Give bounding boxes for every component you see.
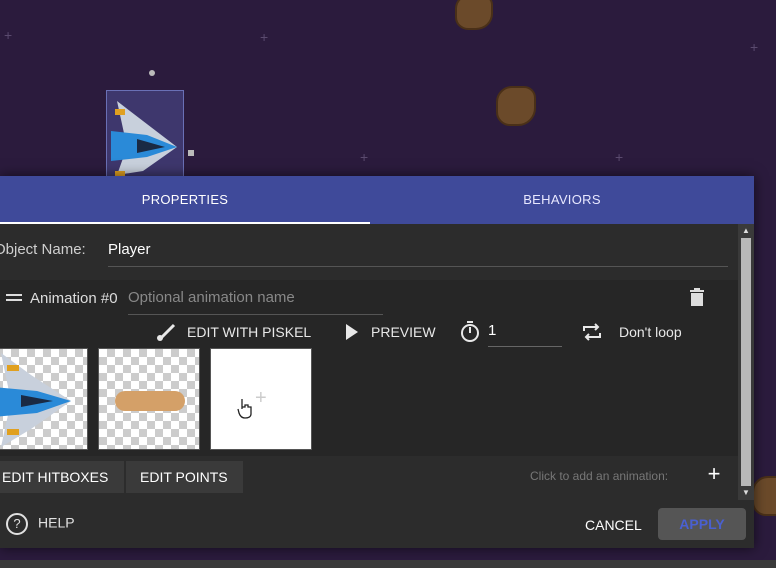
player-ship-sprite <box>0 353 71 447</box>
edit-with-piskel-button[interactable]: EDIT WITH PISKEL <box>156 316 316 348</box>
asteroid[interactable] <box>455 0 493 30</box>
selected-player-instance[interactable] <box>106 90 184 184</box>
object-editor-dialog: PROPERTIES BEHAVIORS Object Name: Player… <box>0 176 754 548</box>
sprite-frames: + <box>0 348 738 456</box>
object-name-label: Object Name: <box>0 241 86 258</box>
asteroid[interactable] <box>752 476 776 516</box>
add-animation-label: Click to add an animation: <box>530 469 669 483</box>
fps-field[interactable]: 1 <box>488 316 562 347</box>
asteroid[interactable] <box>496 86 536 126</box>
bottom-strip <box>0 560 776 568</box>
loop-toggle[interactable]: Don't loop <box>619 316 729 348</box>
repeat-icon[interactable] <box>582 323 602 341</box>
star: + <box>615 149 624 165</box>
star: + <box>260 29 269 45</box>
scrollbar-thumb[interactable] <box>741 238 751 486</box>
trash-icon[interactable] <box>690 288 704 306</box>
scrollbar[interactable]: ▲ ▼ <box>738 224 754 500</box>
preview-label: PREVIEW <box>371 324 436 340</box>
animation-toolbar: EDIT WITH PISKEL PREVIEW 1 Don't loop <box>0 316 738 348</box>
star: + <box>4 27 13 43</box>
resize-handle[interactable] <box>188 150 194 156</box>
add-frame-button[interactable]: + <box>210 348 312 450</box>
star: + <box>360 149 369 165</box>
brush-icon <box>157 323 176 341</box>
add-animation-button[interactable]: + <box>704 463 724 485</box>
edit-points-button[interactable]: EDIT POINTS <box>126 461 243 493</box>
preview-button[interactable]: PREVIEW <box>344 316 440 348</box>
scroll-down-icon[interactable]: ▼ <box>741 488 751 498</box>
dialog-content: Object Name: Player Animation #0 Optiona… <box>0 224 738 500</box>
edit-with-piskel-label: EDIT WITH PISKEL <box>187 324 312 340</box>
player-ship-sprite <box>111 101 177 177</box>
object-name-row: Object Name: Player <box>0 224 738 280</box>
tab-bar: PROPERTIES BEHAVIORS <box>0 176 754 224</box>
drag-handle-icon[interactable] <box>6 294 22 296</box>
apply-button[interactable]: APPLY <box>658 508 746 540</box>
tab-behaviors[interactable]: BEHAVIORS <box>370 176 754 224</box>
sprite-frame[interactable] <box>98 348 200 450</box>
timer-icon <box>461 321 479 342</box>
laser-sprite <box>115 391 185 411</box>
cancel-button[interactable]: CANCEL <box>585 517 642 533</box>
sprite-frame[interactable] <box>0 348 88 450</box>
play-icon <box>346 324 358 340</box>
hand-cursor-icon <box>237 399 252 419</box>
animation-header: Animation #0 Optional animation name <box>0 280 738 316</box>
star: + <box>750 39 759 55</box>
edit-hitboxes-button[interactable]: EDIT HITBOXES <box>0 461 124 493</box>
tab-properties[interactable]: PROPERTIES <box>0 176 370 224</box>
rotation-handle[interactable] <box>149 70 155 76</box>
animation-label: Animation #0 <box>30 290 118 307</box>
object-name-field[interactable]: Player <box>108 234 728 267</box>
dialog-footer: ? HELP CANCEL APPLY <box>0 500 754 548</box>
plus-icon: + <box>255 387 267 409</box>
help-label: HELP <box>38 514 75 531</box>
help-button[interactable]: ? HELP <box>6 513 75 535</box>
help-icon: ? <box>6 513 28 535</box>
animation-name-field[interactable]: Optional animation name <box>128 282 383 315</box>
scroll-up-icon[interactable]: ▲ <box>741 226 751 236</box>
